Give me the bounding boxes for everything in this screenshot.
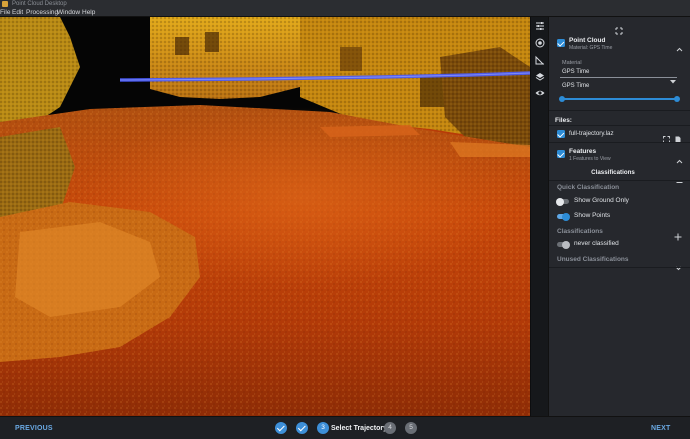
material-select-value: GPS Time: [562, 69, 590, 75]
file-info-icon[interactable]: [675, 130, 681, 148]
eye-icon[interactable]: [534, 87, 546, 99]
show-ground-toggle[interactable]: [556, 197, 569, 206]
point-cloud-checkbox[interactable]: [557, 39, 565, 47]
previous-button[interactable]: PREVIOUS: [15, 417, 53, 439]
step-5[interactable]: 5: [405, 422, 417, 434]
point-cloud-render: [0, 17, 530, 416]
menu-edit[interactable]: Edit: [12, 8, 23, 17]
ruler-icon[interactable]: [534, 54, 546, 66]
file-checkbox[interactable]: [557, 130, 565, 138]
window-title: Point Cloud Desktop: [12, 1, 67, 7]
step-3-label: Select Trajectory: [331, 425, 388, 432]
show-points-toggle[interactable]: [557, 212, 570, 221]
show-ground-label: Show Ground Only: [574, 197, 629, 204]
show-points-label: Show Points: [574, 212, 611, 219]
chevron-up-icon[interactable]: [676, 151, 683, 169]
divider: [549, 110, 690, 111]
point-cloud-viewport[interactable]: [0, 17, 530, 416]
title-bar: Point Cloud Desktop: [0, 0, 690, 8]
gps-time-label: GPS Time: [562, 83, 590, 89]
menu-bar: File Edit Processing Window Help: [0, 8, 690, 17]
divider: [549, 180, 690, 181]
fit-to-view-icon[interactable]: [663, 130, 670, 148]
add-icon[interactable]: [674, 228, 682, 246]
features-checkbox[interactable]: [557, 150, 565, 158]
point-cloud-subtitle: Material: GPS Time: [569, 45, 613, 51]
gps-time-range-slider[interactable]: [559, 95, 680, 102]
layers-icon[interactable]: [534, 71, 546, 83]
divider: [549, 142, 690, 143]
next-button[interactable]: NEXT: [651, 417, 670, 439]
toggle-knob: [562, 212, 570, 221]
toggle-knob: [562, 240, 570, 249]
step-4[interactable]: 4: [384, 422, 396, 434]
menu-window[interactable]: Window: [57, 8, 80, 17]
gps-time-max-handle[interactable]: [674, 95, 680, 102]
point-cloud-title: Point Cloud: [569, 37, 606, 44]
material-label: Material: [562, 60, 582, 66]
unused-classifications-label[interactable]: Unused Classifications: [557, 256, 629, 263]
wizard-bar: PREVIOUS 3 Select Trajectory 4 5 NEXT: [0, 416, 690, 439]
app-logo-icon: [2, 1, 8, 7]
step-2[interactable]: [296, 422, 308, 434]
menu-help[interactable]: Help: [82, 8, 95, 17]
quick-classification-label: Quick Classification: [557, 184, 620, 191]
target-icon[interactable]: [534, 37, 546, 49]
toggle-knob: [556, 197, 564, 206]
never-classified-label: never classified: [574, 240, 619, 247]
tool-rail: [530, 17, 548, 416]
gps-time-min-handle[interactable]: [559, 95, 565, 102]
tab-classifications[interactable]: Classifications: [549, 169, 677, 176]
divider: [549, 125, 690, 126]
classifications-label: Classifications: [557, 228, 603, 235]
never-classified-toggle[interactable]: [557, 240, 570, 249]
dropdown-arrow-icon: [670, 71, 676, 89]
menu-processing[interactable]: Processing: [26, 8, 58, 17]
files-label: Files:: [555, 117, 572, 124]
menu-file[interactable]: File: [0, 8, 10, 17]
side-panel: Point Cloud Material: GPS Time Material …: [548, 17, 690, 416]
divider: [549, 267, 690, 268]
step-1[interactable]: [275, 422, 287, 434]
features-title: Features: [569, 148, 597, 155]
chevron-up-icon[interactable]: [676, 39, 683, 57]
features-subtitle: 1 Features to View: [569, 156, 611, 162]
material-select[interactable]: GPS Time: [560, 68, 677, 84]
file-name: full-trajectory.laz: [569, 130, 614, 137]
sliders-icon[interactable]: [534, 20, 546, 32]
panel-drag-icon[interactable]: [615, 22, 623, 40]
step-3[interactable]: 3: [317, 422, 329, 434]
